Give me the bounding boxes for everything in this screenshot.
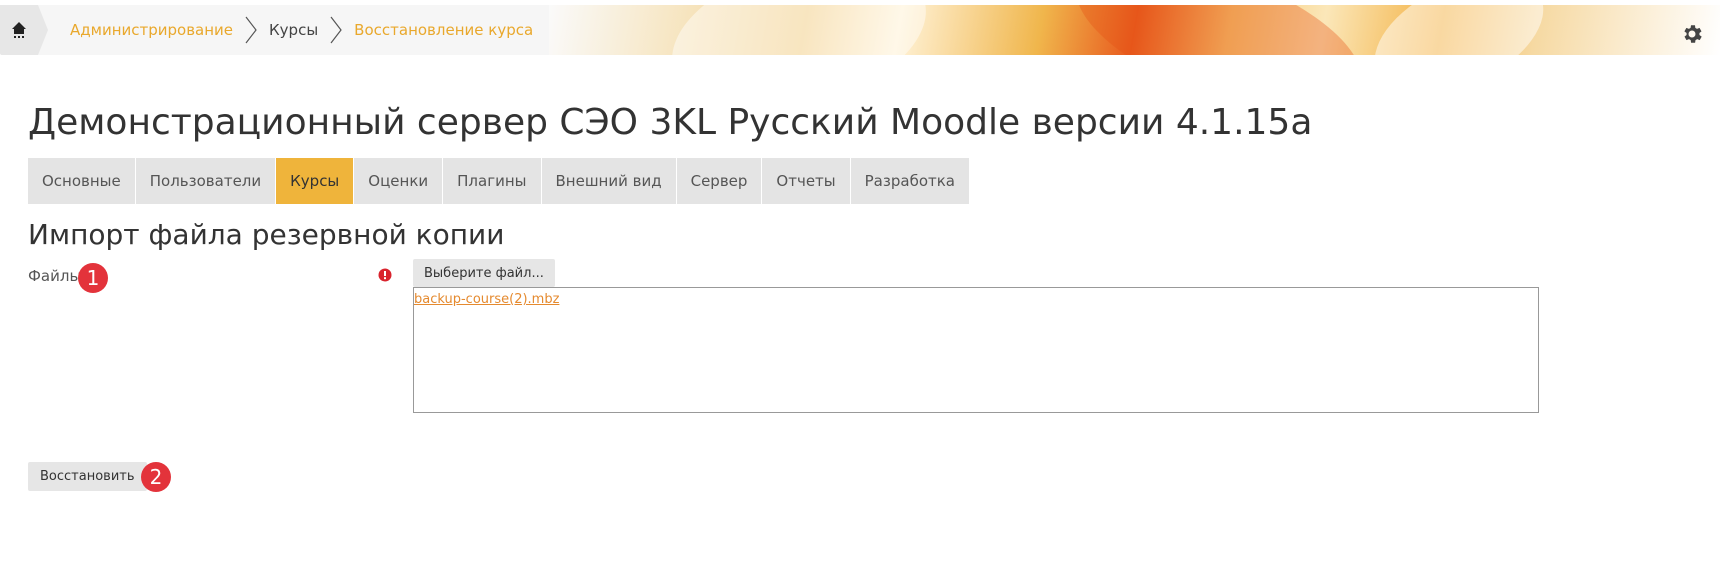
breadcrumb: Администрирование Курсы Восстановление к… (38, 5, 550, 55)
admin-tabs: Основные Пользователи Курсы Оценки Плаги… (28, 158, 970, 204)
section-title: Импорт файла резервной копии (28, 218, 505, 251)
choose-file-button[interactable]: Выберите файл... (413, 259, 555, 287)
breadcrumb-label-courses: Курсы (269, 21, 319, 39)
file-drop-area[interactable]: backup-course(2).mbz (413, 287, 1539, 413)
selected-file-link[interactable]: backup-course(2).mbz (414, 292, 559, 307)
tab-general[interactable]: Основные (28, 158, 136, 204)
tab-grades[interactable]: Оценки (354, 158, 444, 204)
tab-development[interactable]: Разработка (850, 158, 970, 204)
step-badge-2: 2 (141, 462, 171, 492)
home-button[interactable] (0, 5, 48, 55)
tab-appearance[interactable]: Внешний вид (541, 158, 677, 204)
breadcrumb-link-administration[interactable]: Администрирование (70, 21, 233, 39)
breadcrumb-separator-icon (330, 16, 342, 44)
page-title: Демонстрационный сервер СЭО 3KL Русский … (28, 102, 1313, 143)
breadcrumb-item-courses: Курсы (269, 21, 318, 39)
header-banner (549, 5, 1720, 55)
breadcrumb-item-administration[interactable]: Администрирование (70, 21, 233, 39)
step-badge-1: 1 (78, 263, 108, 293)
breadcrumb-item-restore[interactable]: Восстановление курса (354, 21, 533, 39)
tab-courses[interactable]: Курсы (276, 158, 355, 204)
gear-icon[interactable] (1680, 22, 1704, 46)
home-icon (12, 22, 26, 38)
tab-users[interactable]: Пользователи (135, 158, 277, 204)
exclamation-circle-icon (378, 268, 392, 282)
page: Администрирование Курсы Восстановление к… (0, 0, 1720, 563)
tab-server[interactable]: Сервер (676, 158, 763, 204)
tab-reports[interactable]: Отчеты (762, 158, 851, 204)
breadcrumb-separator-icon (245, 16, 257, 44)
tab-plugins[interactable]: Плагины (443, 158, 542, 204)
restore-button[interactable]: Восстановить (28, 462, 147, 491)
breadcrumb-bar: Администрирование Курсы Восстановление к… (0, 5, 1720, 55)
breadcrumb-link-restore[interactable]: Восстановление курса (354, 21, 533, 39)
files-label: Файлы (28, 267, 82, 285)
